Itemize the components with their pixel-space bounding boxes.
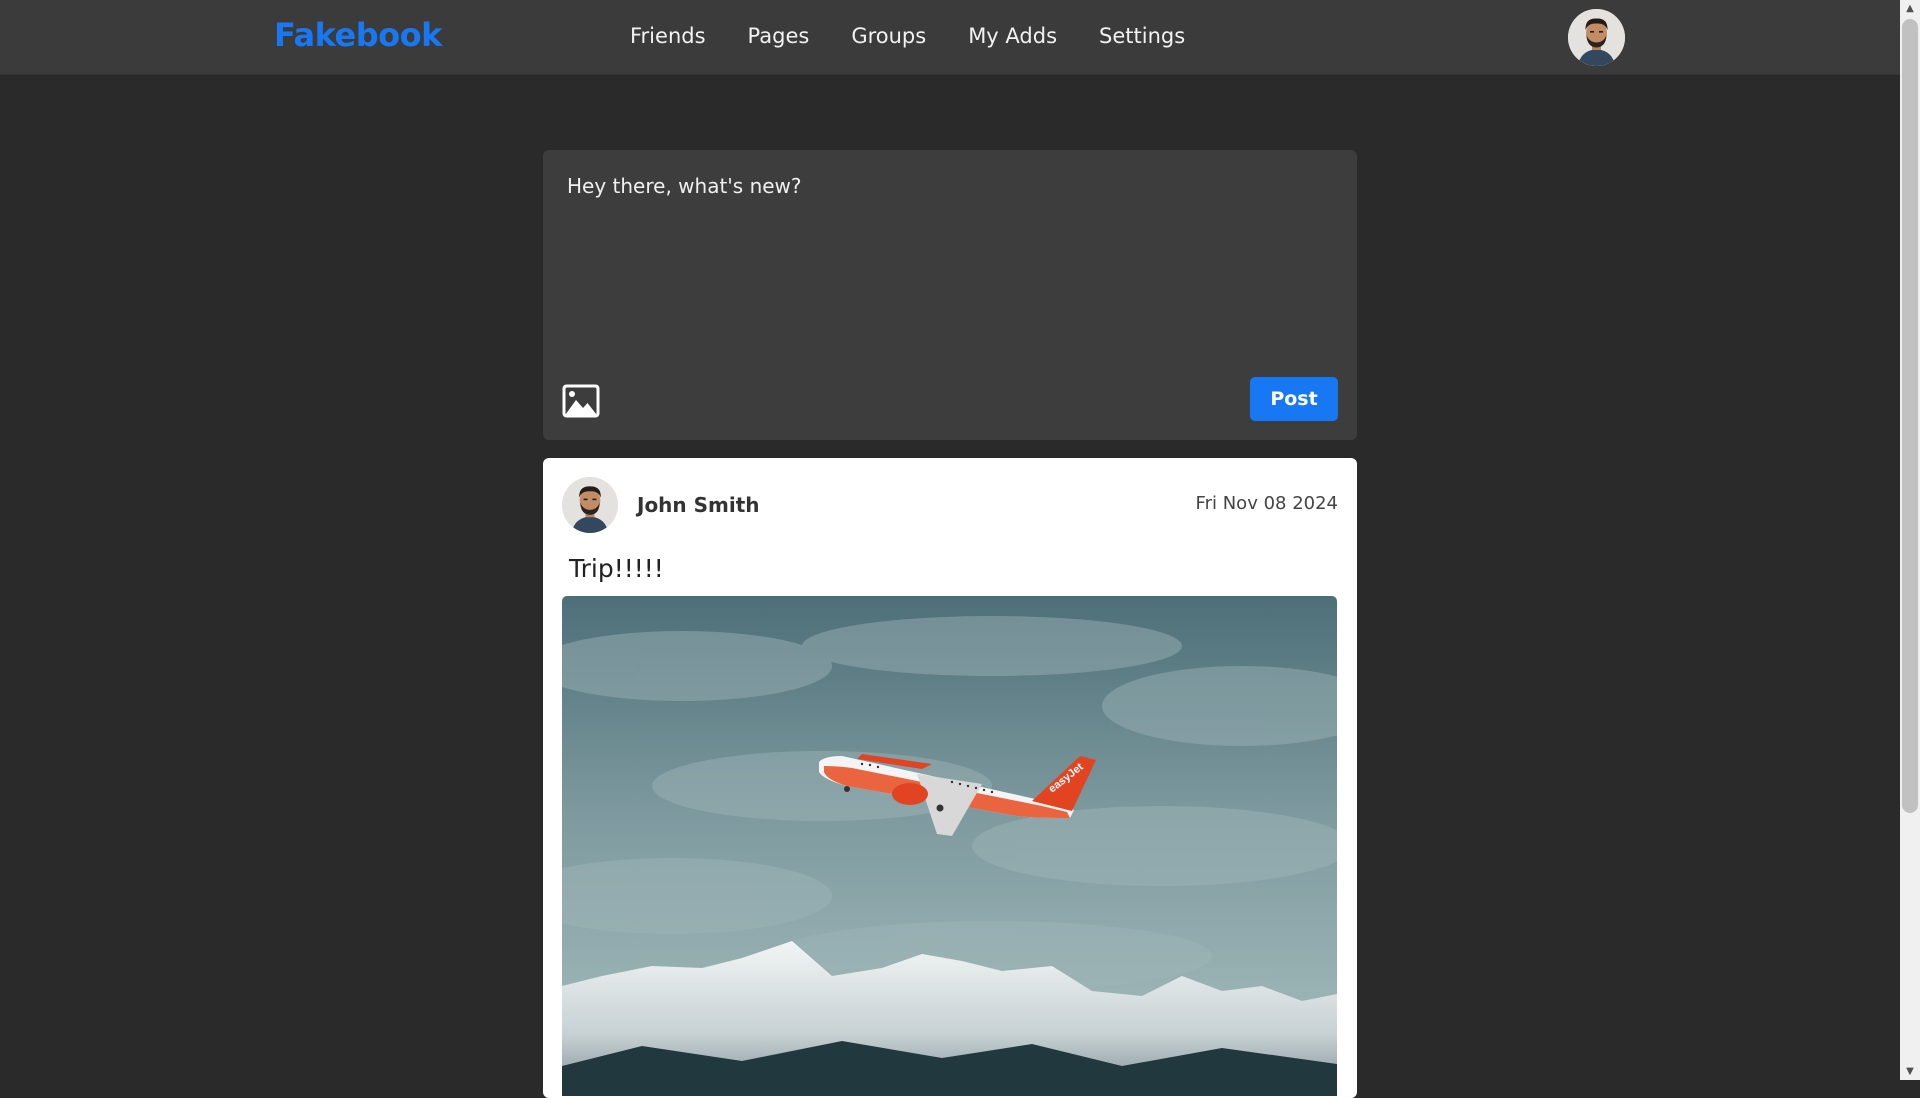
post-date: Fri Nov 08 2024 [1195,493,1338,514]
scrollbar-thumb[interactable] [1902,19,1918,813]
post-button[interactable]: Post [1250,377,1338,421]
user-avatar-icon [1568,9,1625,66]
nav-link-my-adds[interactable]: My Adds [968,24,1057,48]
composer-input[interactable] [565,172,1335,352]
scroll-down-arrow-icon[interactable]: ▼ [1900,1063,1920,1080]
image-upload-button[interactable] [561,383,601,419]
post-image[interactable]: easyJet [562,596,1337,1096]
nav-links: Friends Pages Groups My Adds Settings [630,24,1227,48]
top-navbar: Fakebook Friends Pages Groups My Adds Se… [0,0,1900,75]
nav-link-groups[interactable]: Groups [851,24,926,48]
user-avatar[interactable] [1568,9,1625,66]
image-icon [562,384,600,418]
airplane-photo: easyJet [562,596,1337,1096]
post-card: John Smith Fri Nov 08 2024 Trip!!!!! eas… [543,458,1357,1098]
post-author-avatar[interactable] [562,477,618,533]
nav-link-settings[interactable]: Settings [1099,24,1185,48]
nav-link-pages[interactable]: Pages [748,24,810,48]
user-avatar-icon [562,477,618,533]
post-text: Trip!!!!! [569,554,664,583]
fakebook-logo[interactable]: Fakebook [274,16,442,54]
post-composer: Post [543,150,1357,440]
post-author-name[interactable]: John Smith [637,493,760,517]
nav-link-friends[interactable]: Friends [630,24,706,48]
scroll-up-arrow-icon[interactable]: ▲ [1900,0,1920,17]
page-scrollbar[interactable]: ▲ ▼ [1900,0,1920,1080]
